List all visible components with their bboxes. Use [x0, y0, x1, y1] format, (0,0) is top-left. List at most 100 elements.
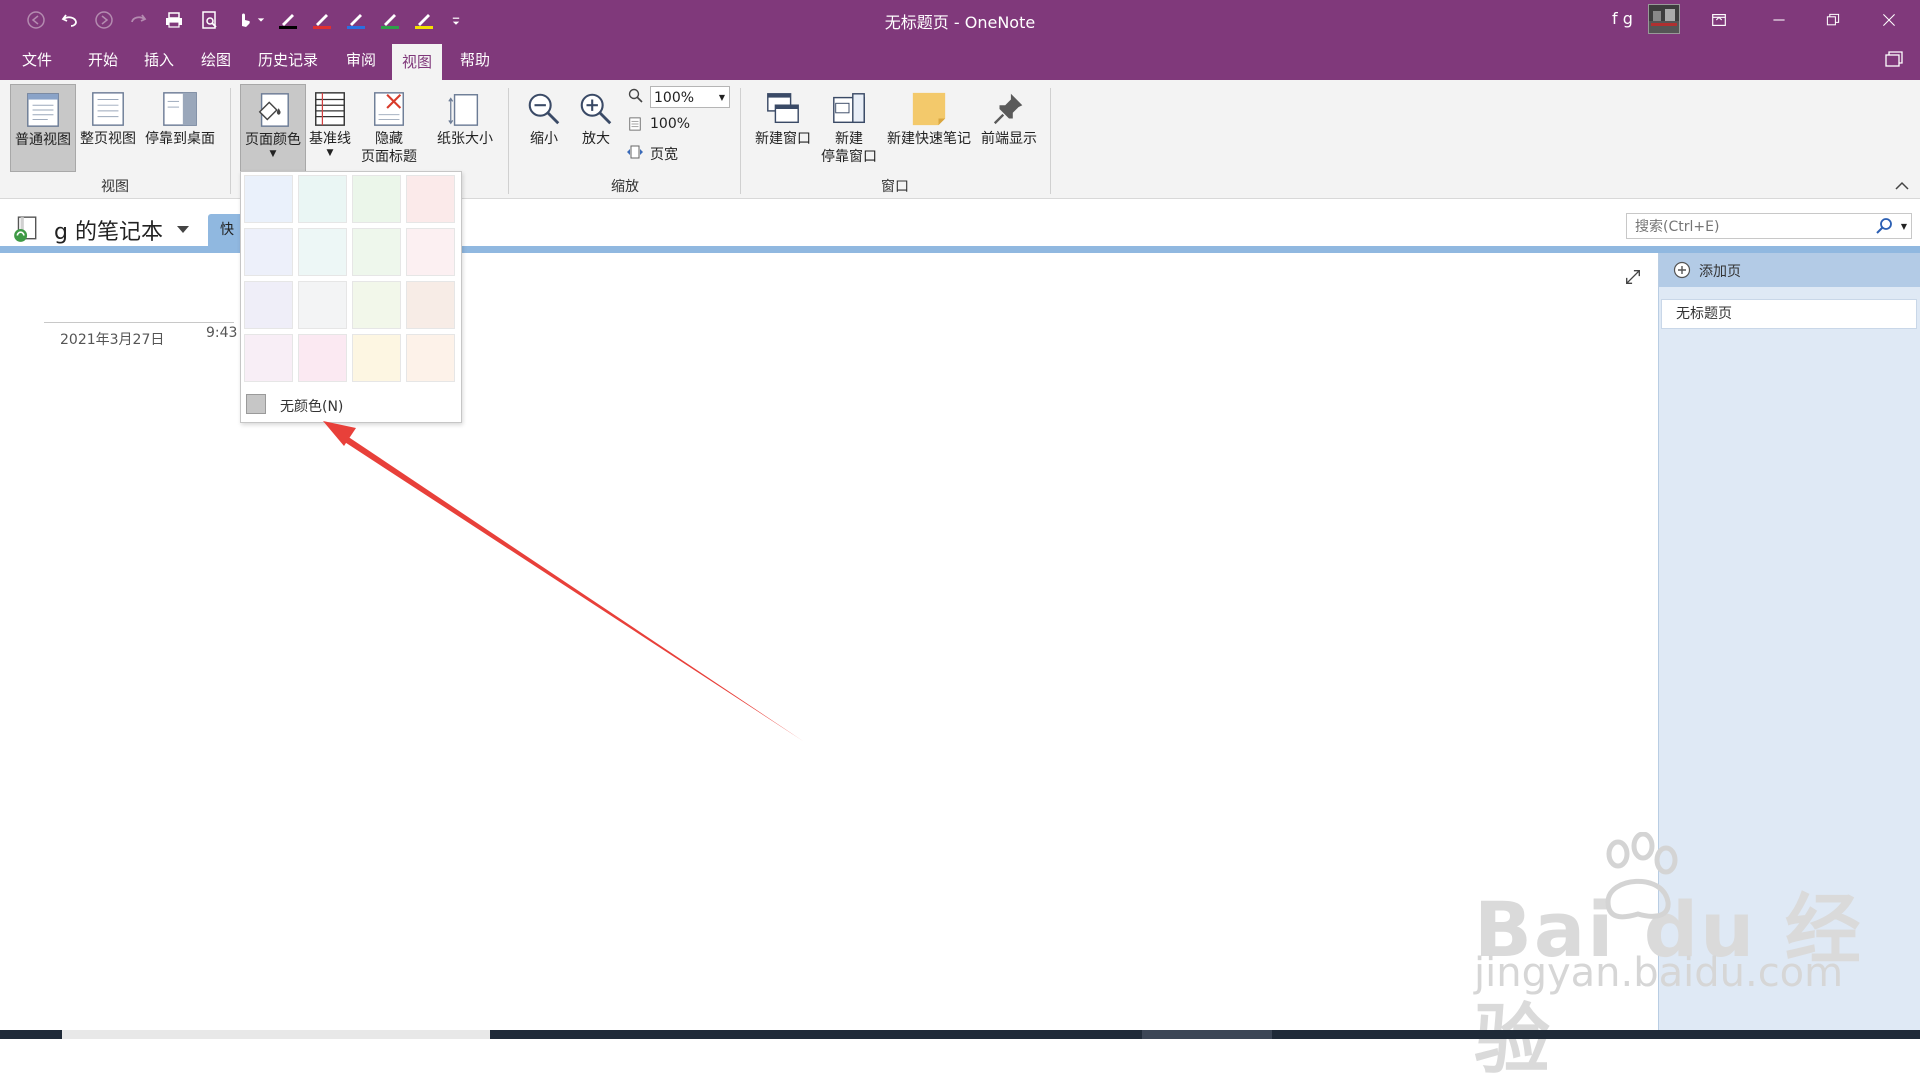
page-icon — [629, 117, 641, 131]
taskbar-item[interactable] — [62, 1030, 490, 1039]
page-color-dropdown: 无颜色(N) — [240, 171, 462, 423]
color-swatch[interactable] — [244, 228, 293, 276]
page-list-item[interactable]: 无标题页 — [1661, 299, 1917, 329]
always-on-top-button[interactable]: 前端显示 — [976, 84, 1042, 170]
group-separator — [508, 88, 509, 194]
rule-lines-icon — [310, 88, 350, 130]
zoom-in-button[interactable]: 放大 — [570, 84, 622, 170]
new-window-icon — [763, 88, 803, 130]
color-swatch[interactable] — [298, 334, 347, 382]
new-window-button[interactable]: 新建窗口 — [750, 84, 816, 170]
chevron-down-icon[interactable]: ▼ — [719, 87, 725, 109]
page-width-button[interactable]: 页宽 — [626, 144, 678, 164]
user-name[interactable]: f g — [1612, 9, 1633, 28]
menu-file[interactable]: 文件 — [12, 40, 62, 80]
no-color-option[interactable]: 无颜色(N) — [242, 390, 458, 420]
paper-size-icon — [445, 88, 485, 130]
full-page-view-button[interactable]: 整页视图 — [76, 84, 140, 170]
add-page-button[interactable]: 添加页 — [1659, 253, 1920, 287]
zoom-combobox[interactable]: 100% ▼ — [650, 86, 730, 108]
color-swatch[interactable] — [352, 175, 401, 223]
add-page-label: 添加页 — [1699, 264, 1741, 280]
ribbon-display-options-icon[interactable] — [1696, 0, 1742, 40]
hide-page-title-label-1: 隐藏 — [375, 131, 403, 147]
title-underline — [44, 322, 234, 323]
expand-icon[interactable] — [1624, 268, 1642, 290]
color-swatch[interactable] — [406, 334, 455, 382]
dock-to-desktop-button[interactable]: 停靠到桌面 — [142, 84, 218, 170]
taskbar — [0, 1030, 1920, 1039]
color-swatch[interactable] — [298, 228, 347, 276]
color-swatch[interactable] — [352, 281, 401, 329]
color-swatch[interactable] — [298, 175, 347, 223]
rule-lines-button[interactable]: 基准线 ▼ — [304, 84, 356, 170]
full-page-view-label: 整页视图 — [80, 131, 136, 147]
menu-review[interactable]: 审阅 — [336, 40, 386, 80]
new-docked-window-icon — [829, 88, 869, 130]
title-bar: 无标题页 - OneNote f g — [0, 0, 1920, 40]
menu-help[interactable]: 帮助 — [450, 40, 500, 80]
new-docked-window-label-1: 新建 — [835, 131, 863, 147]
menu-draw[interactable]: 绘图 — [191, 40, 241, 80]
new-window-label: 新建窗口 — [755, 131, 811, 147]
menu-home[interactable]: 开始 — [78, 40, 128, 80]
color-swatch[interactable] — [406, 228, 455, 276]
menu-view[interactable]: 视图 — [392, 44, 443, 80]
full-page-view-icon — [88, 88, 128, 130]
quick-note-icon — [909, 88, 949, 130]
rule-lines-label: 基准线 — [309, 131, 351, 147]
color-swatch[interactable] — [352, 334, 401, 382]
normal-view-button[interactable]: 普通视图 — [10, 84, 76, 172]
group-separator — [740, 88, 741, 194]
hundred-percent-button[interactable]: 100% — [628, 116, 690, 136]
new-quick-note-button[interactable]: 新建快速笔记 — [882, 84, 976, 170]
paper-size-button[interactable]: 纸张大小 — [430, 84, 500, 170]
restore-icon[interactable] — [1810, 0, 1856, 40]
minimize-icon[interactable] — [1756, 0, 1802, 40]
page-color-button[interactable]: 页面颜色 ▼ — [240, 84, 306, 172]
zoom-in-label: 放大 — [582, 131, 610, 147]
color-swatch[interactable] — [244, 334, 293, 382]
hundred-percent-label: 100% — [650, 116, 691, 132]
new-docked-window-label-2: 停靠窗口 — [821, 149, 877, 165]
close-icon[interactable] — [1866, 0, 1912, 40]
search-input[interactable] — [1633, 216, 1857, 238]
no-color-label: 无颜色(N) — [280, 399, 344, 415]
page-width-label: 页宽 — [650, 147, 678, 163]
color-swatch[interactable] — [406, 175, 455, 223]
chevron-down-icon[interactable]: ▼ — [1901, 222, 1907, 231]
rule-lines-dropdown-icon: ▼ — [326, 148, 334, 158]
search-icon[interactable] — [1875, 217, 1893, 239]
new-docked-window-button[interactable]: 新建 停靠窗口 — [816, 84, 882, 170]
zoom-out-button[interactable]: 缩小 — [518, 84, 570, 170]
collapse-ribbon-icon[interactable] — [1894, 180, 1910, 196]
hide-page-title-button[interactable]: 隐藏 页面标题 — [356, 84, 422, 170]
dock-to-desktop-icon — [160, 88, 200, 130]
paw-logo-icon — [1588, 831, 1688, 936]
search-box[interactable]: ▼ — [1626, 213, 1912, 239]
color-swatch[interactable] — [244, 175, 293, 223]
page-width-icon — [627, 145, 643, 159]
color-swatch[interactable] — [298, 281, 347, 329]
no-color-icon — [246, 394, 266, 414]
color-swatch[interactable] — [406, 281, 455, 329]
color-swatch[interactable] — [352, 228, 401, 276]
zoom-value: 100% — [654, 90, 695, 106]
notebook-icon[interactable] — [12, 215, 40, 247]
page-time: 9:43 — [206, 325, 238, 341]
pin-icon — [989, 88, 1029, 130]
notebook-name[interactable]: g 的笔记本 — [54, 214, 163, 246]
window-group-label: 窗口 — [881, 179, 909, 195]
normal-view-icon — [23, 89, 63, 131]
menu-insert[interactable]: 插入 — [134, 40, 184, 80]
group-separator — [1050, 88, 1051, 194]
color-swatch[interactable] — [244, 281, 293, 329]
watermark-url: jingyan.baidu.com — [1474, 950, 1844, 996]
zoom-out-icon — [524, 88, 564, 130]
chevron-down-icon[interactable] — [176, 223, 190, 239]
menu-history[interactable]: 历史记录 — [248, 40, 328, 80]
notification-icon[interactable] — [1884, 50, 1904, 74]
taskbar-item[interactable] — [1142, 1030, 1272, 1039]
normal-view-label: 普通视图 — [15, 132, 71, 148]
avatar[interactable] — [1648, 4, 1680, 34]
